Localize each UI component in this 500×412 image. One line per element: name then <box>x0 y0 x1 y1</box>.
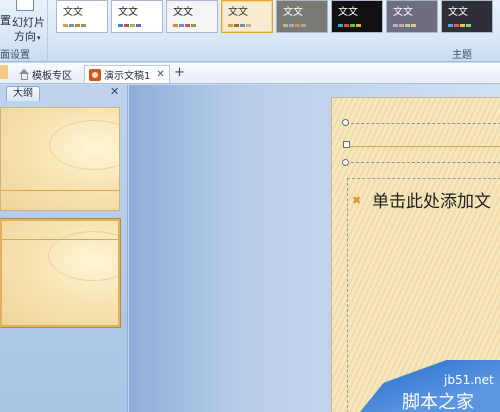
theme-color-swatches <box>448 24 471 27</box>
slide-canvas: ✖ 单击此处添加文 <box>129 85 500 412</box>
slide-orientation-button[interactable]: 幻灯片 方向▾ <box>0 0 46 43</box>
page-setup-group-label: 面设置 <box>0 50 30 61</box>
ribbon: 置 幻灯片 方向▾ 面设置 文文 文文 文文 文文 文文 文文 文文 文文 主题 <box>0 0 500 62</box>
theme-option[interactable]: 文文 <box>331 0 383 33</box>
presentation-icon <box>89 68 101 81</box>
theme-color-swatches <box>283 24 306 27</box>
theme-option[interactable]: 文文 <box>56 0 108 33</box>
document-tab-bar: 模板专区 演示文稿1 ✕ + <box>0 63 500 84</box>
theme-option-label: 文文 <box>338 7 358 18</box>
title-accent-line <box>346 146 500 147</box>
tab-label: 演示文稿1 <box>104 71 151 82</box>
theme-option-label: 文文 <box>173 7 193 18</box>
theme-option-label: 文文 <box>118 7 138 18</box>
title-placeholder[interactable] <box>346 123 500 163</box>
thumbnail-accent-line <box>1 190 119 191</box>
page-setup-group: 置 幻灯片 方向▾ 面设置 <box>0 0 48 62</box>
chevron-down-icon: ▾ <box>37 34 41 42</box>
outline-pane: 大纲 ✕ <box>0 85 128 412</box>
resize-handle[interactable] <box>342 119 349 126</box>
home-icon <box>18 68 29 80</box>
slide-orientation-icon <box>16 0 34 11</box>
tab-presentation[interactable]: 演示文稿1 ✕ <box>84 65 170 83</box>
watermark-url: jb51.net <box>444 373 494 387</box>
close-icon[interactable]: ✕ <box>156 69 164 80</box>
close-icon[interactable]: ✕ <box>110 85 119 98</box>
slide-orientation-sublabel: 方向▾ <box>14 30 41 43</box>
outline-pane-header: 大纲 ✕ <box>0 85 128 101</box>
theme-option-label: 文文 <box>393 7 413 18</box>
slide: ✖ 单击此处添加文 <box>331 97 500 412</box>
theme-option[interactable]: 文文 <box>111 0 163 33</box>
themes-group-label: 主题 <box>452 50 472 61</box>
theme-color-swatches <box>173 24 196 27</box>
tab-outline[interactable]: 大纲 <box>6 86 40 101</box>
theme-option-label: 文文 <box>283 7 303 18</box>
content-placeholder-text: 单击此处添加文 <box>372 192 491 212</box>
theme-option[interactable]: 文文 <box>166 0 218 33</box>
new-tab-button[interactable]: + <box>174 65 185 80</box>
tab-template-zone[interactable]: 模板专区 <box>14 65 76 83</box>
resize-handle[interactable] <box>343 141 350 148</box>
theme-option-label: 文文 <box>63 7 83 18</box>
theme-color-swatches <box>228 24 251 27</box>
theme-color-swatches <box>393 24 416 27</box>
theme-color-swatches <box>338 24 361 27</box>
thumbnail-decoration <box>49 120 119 170</box>
theme-option[interactable]: 文文 <box>276 0 328 33</box>
watermark-site: 脚本之家 <box>402 392 474 412</box>
theme-option-label: 文文 <box>448 7 468 18</box>
theme-option[interactable]: 文文 <box>441 0 493 33</box>
bullet-icon: ✖ <box>352 194 362 207</box>
thumbnail-accent-line <box>2 239 118 240</box>
slide-thumbnail-selected[interactable] <box>0 219 120 327</box>
theme-option[interactable]: 文文 <box>386 0 438 33</box>
theme-color-swatches <box>118 24 141 27</box>
theme-gallery: 文文 文文 文文 文文 文文 文文 文文 文文 <box>56 0 500 36</box>
theme-option[interactable]: 文文 <box>221 0 273 33</box>
tab-bar-left-icon <box>0 65 8 79</box>
tab-label: 模板专区 <box>32 70 72 82</box>
resize-handle[interactable] <box>342 159 349 166</box>
slide-thumbnail[interactable] <box>0 107 120 211</box>
theme-option-label: 文文 <box>228 7 248 18</box>
theme-color-swatches <box>63 24 86 27</box>
